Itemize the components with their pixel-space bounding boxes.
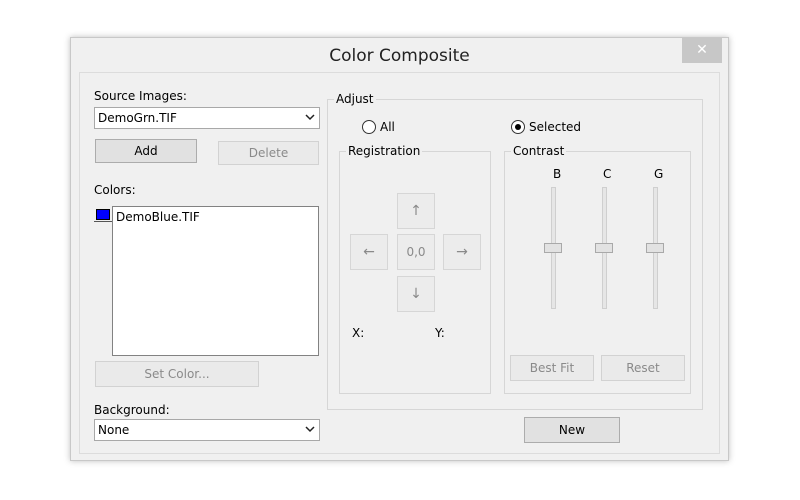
swatch-underline [94,221,112,222]
slider-c-label: C [603,167,612,181]
color-swatch [96,209,110,220]
color-composite-dialog: Color Composite ✕ Source Images: DemoGrn… [70,37,729,461]
add-button[interactable]: Add [95,139,197,163]
close-button[interactable]: ✕ [682,38,722,63]
best-fit-button[interactable]: Best Fit [510,355,594,381]
source-images-label: Source Images: [94,89,187,103]
delete-button[interactable]: Delete [218,141,319,165]
arrow-right-icon: → [456,244,468,260]
nudge-left-button[interactable]: ← [350,234,388,270]
arrow-left-icon: ← [363,244,375,260]
selected-radio-label[interactable]: Selected [529,120,581,134]
title-bar: Color Composite ✕ [71,38,728,72]
set-color-button[interactable]: Set Color... [95,361,259,387]
list-item[interactable]: DemoBlue.TIF [116,210,200,224]
chevron-down-icon [305,114,315,121]
all-radio[interactable] [362,120,376,134]
slider-g-label: G [654,167,664,181]
y-label: Y: [435,326,445,340]
source-images-dropdown[interactable]: DemoGrn.TIF [94,107,320,129]
nudge-right-button[interactable]: → [443,234,481,270]
slider-g-thumb[interactable] [646,243,664,253]
registration-offset-value: 0,0 [406,245,426,259]
registration-group-title: Registration [346,144,423,158]
slider-b-label: B [553,167,562,181]
new-button[interactable]: New [524,417,620,443]
nudge-up-button[interactable]: ↑ [397,193,435,229]
all-radio-label[interactable]: All [380,120,395,134]
slider-b-thumb[interactable] [544,243,562,253]
close-icon: ✕ [696,42,708,58]
dialog-title: Color Composite [329,46,470,66]
background-dropdown[interactable]: None [94,419,320,441]
dialog-client-area: Source Images: DemoGrn.TIF Add Delete Co… [79,72,720,454]
arrow-down-icon: ↓ [410,286,422,302]
chevron-down-icon [305,426,315,433]
registration-group [339,151,491,394]
colors-list[interactable]: DemoBlue.TIF [112,206,319,356]
slider-c-thumb[interactable] [595,243,613,253]
source-images-value: DemoGrn.TIF [98,111,177,125]
registration-reset-button[interactable]: 0,0 [397,234,435,270]
x-label: X: [352,326,365,340]
background-label: Background: [94,403,170,417]
arrow-up-icon: ↑ [410,203,422,219]
nudge-down-button[interactable]: ↓ [397,276,435,312]
contrast-group-title: Contrast [511,144,567,158]
selected-radio[interactable] [511,120,525,134]
background-value: None [98,423,130,437]
colors-label: Colors: [94,183,136,197]
adjust-group-title: Adjust [334,92,376,106]
reset-button[interactable]: Reset [601,355,685,381]
